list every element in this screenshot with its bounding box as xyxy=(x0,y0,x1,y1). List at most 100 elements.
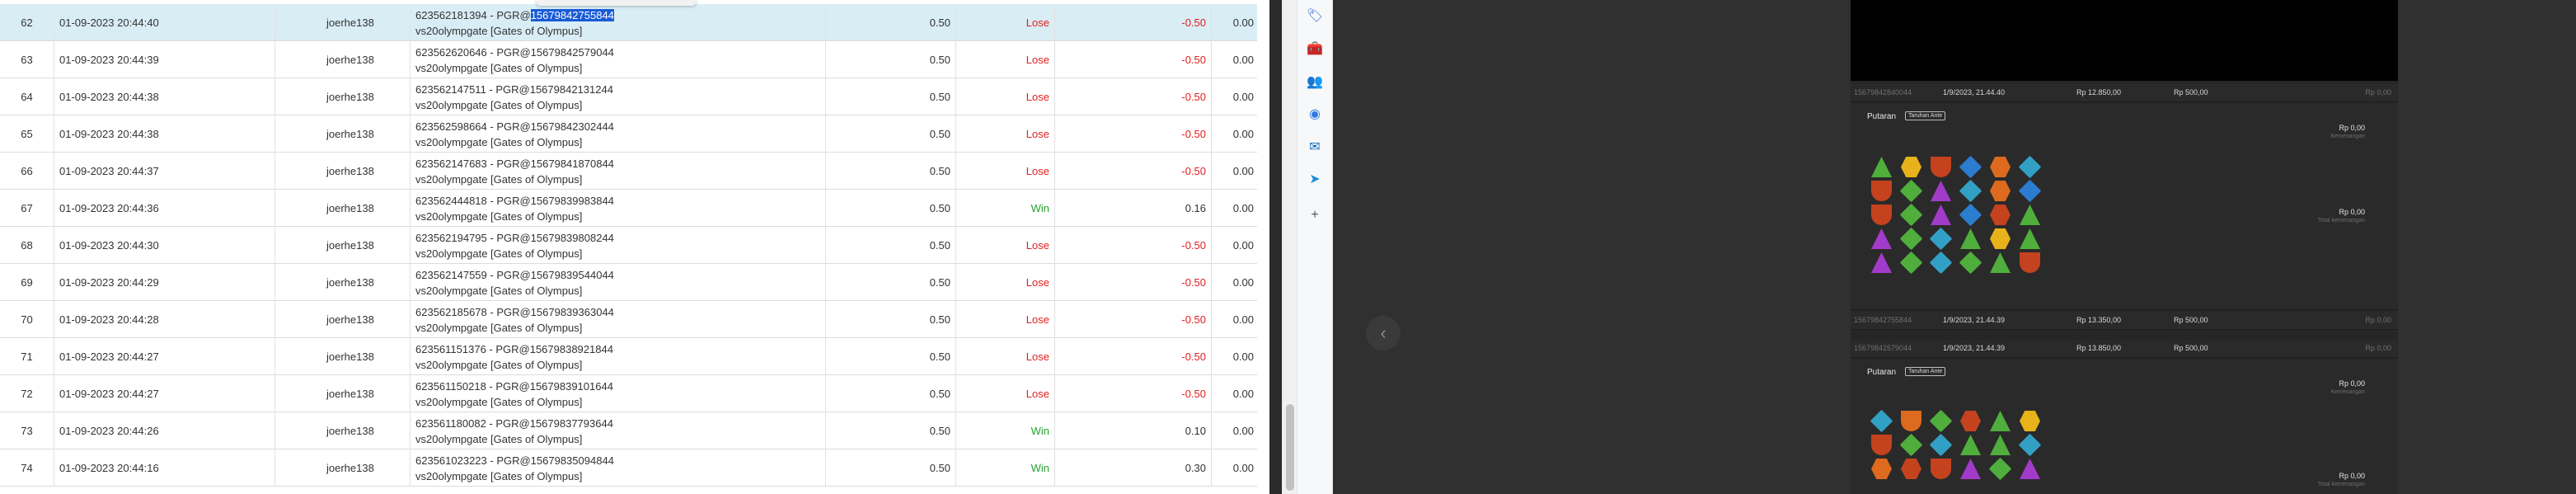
page-scrollbar[interactable] xyxy=(1282,0,1297,494)
row-date: 01-09-2023 20:44:28 xyxy=(54,301,275,338)
game-video-area xyxy=(1851,0,2398,81)
history-bet: Rp 500,00 xyxy=(2174,88,2208,96)
row-net: 0.10 xyxy=(1055,412,1212,449)
spin-round[interactable]: Putaran Taruhan Ante Rp 0,00 Kemenangan … xyxy=(1851,360,2398,494)
round-win-amount: Rp 0,00 xyxy=(2339,379,2365,388)
row-username: joerhe138 xyxy=(275,41,411,78)
row-balance: 0.00 xyxy=(1232,388,1254,400)
row-bet: 0.50 xyxy=(826,78,956,115)
scrollbar-thumb[interactable] xyxy=(1286,404,1294,491)
gem-symbol-icon xyxy=(1960,411,1981,431)
row-username: joerhe138 xyxy=(275,412,411,449)
desc-line1: 623562185678 - PGR@15679839363044 xyxy=(415,305,614,318)
row-number: 65 xyxy=(0,115,54,153)
history-bet: Rp 500,00 xyxy=(2174,316,2208,324)
row-number: 66 xyxy=(0,153,54,190)
gem-symbol-icon xyxy=(1988,457,2012,481)
table-row[interactable]: 64 01-09-2023 20:44:38 joerhe138 6235621… xyxy=(0,78,1257,115)
desc-line1: 623562181394 - PGR@ xyxy=(415,8,531,21)
table-row[interactable]: 63 01-09-2023 20:44:39 joerhe138 6235626… xyxy=(0,41,1257,78)
history-row[interactable]: 15679842840044 1/9/2023, 21.44.40 Rp 12.… xyxy=(1851,84,2398,102)
row-result: Lose xyxy=(956,264,1055,301)
desc-line1: 623562444818 - PGR@15679839983844 xyxy=(415,194,614,207)
table-row[interactable]: 66 01-09-2023 20:44:37 joerhe138 6235621… xyxy=(0,153,1257,190)
row-balance: 0.00 xyxy=(1232,16,1254,29)
gem-symbol-icon xyxy=(2018,179,2042,203)
row-balance: 0.00 xyxy=(1232,425,1254,437)
send-icon[interactable]: ➤ xyxy=(1306,170,1324,188)
copilot-icon[interactable]: ◉ xyxy=(1306,105,1324,123)
history-date: 1/9/2023, 21.44.39 xyxy=(1943,344,2006,352)
history-date: 1/9/2023, 21.44.40 xyxy=(1943,88,2006,96)
row-net: -0.50 xyxy=(1055,264,1212,301)
table-row[interactable]: 73 01-09-2023 20:44:26 joerhe138 6235611… xyxy=(0,412,1257,449)
table-row[interactable]: 69 01-09-2023 20:44:29 joerhe138 6235621… xyxy=(0,264,1257,301)
add-icon[interactable]: + xyxy=(1306,206,1324,224)
row-result: Win xyxy=(956,412,1055,449)
gem-symbol-icon xyxy=(1990,411,2011,431)
row-date: 01-09-2023 20:44:37 xyxy=(54,153,275,190)
history-balance: Rp 12.850,00 xyxy=(2076,88,2122,96)
reel-grid xyxy=(1867,155,2045,275)
desc-line1: 623561023223 - PGR@15679835094844 xyxy=(415,454,614,467)
tag-icon[interactable]: 🏷 xyxy=(1306,7,1324,25)
row-result: Win xyxy=(956,190,1055,227)
gem-symbol-icon xyxy=(1901,459,1921,479)
history-balance: Rp 13.350,00 xyxy=(2076,316,2122,324)
row-bet: 0.50 xyxy=(826,4,956,41)
history-row[interactable]: 15679842755844 1/9/2023, 21.44.39 Rp 13.… xyxy=(1851,312,2398,330)
gem-symbol-icon xyxy=(1959,179,1982,203)
row-number: 63 xyxy=(0,41,54,78)
row-number: 71 xyxy=(0,338,54,375)
table-row[interactable]: 67 01-09-2023 20:44:36 joerhe138 6235624… xyxy=(0,190,1257,227)
history-date: 1/9/2023, 21.44.39 xyxy=(1943,316,2006,324)
toolbox-icon[interactable]: 🧰 xyxy=(1306,40,1324,58)
desc-line2: vs20olympgate [Gates of Olympus] xyxy=(415,432,583,445)
desc-line2: vs20olympgate [Gates of Olympus] xyxy=(415,321,583,334)
gem-symbol-icon xyxy=(1901,411,1921,431)
row-username: joerhe138 xyxy=(275,449,411,487)
row-bet: 0.50 xyxy=(826,301,956,338)
people-icon[interactable]: 👥 xyxy=(1306,73,1324,91)
history-win: Rp 0,00 xyxy=(2365,88,2391,96)
table-row[interactable]: 65 01-09-2023 20:44:38 joerhe138 6235625… xyxy=(0,115,1257,153)
table-row[interactable]: 68 01-09-2023 20:44:30 joerhe138 6235621… xyxy=(0,227,1257,264)
desc-line2: vs20olympgate [Gates of Olympus] xyxy=(415,135,583,148)
table-row[interactable]: 72 01-09-2023 20:44:27 joerhe138 6235611… xyxy=(0,375,1257,412)
gem-symbol-icon xyxy=(1959,251,1982,275)
row-net: 0.30 xyxy=(1055,449,1212,487)
desc-line1: 623562147559 - PGR@15679839544044 xyxy=(415,268,614,281)
gem-symbol-icon xyxy=(1931,181,1951,201)
table-row[interactable]: 70 01-09-2023 20:44:28 joerhe138 6235621… xyxy=(0,301,1257,338)
gem-symbol-icon xyxy=(2020,459,2040,479)
table-row[interactable]: 62 01-09-2023 20:44:40 joerhe138 6235621… xyxy=(0,4,1257,41)
history-bet: Rp 500,00 xyxy=(2174,344,2208,352)
previous-arrow-icon[interactable]: ‹ xyxy=(1366,316,1401,351)
gem-symbol-icon xyxy=(1990,228,2011,249)
round-win-label: Kemenangan xyxy=(2330,134,2365,139)
row-username: joerhe138 xyxy=(275,301,411,338)
outlook-icon[interactable]: ✉ xyxy=(1306,138,1324,156)
table-row[interactable]: 71 01-09-2023 20:44:27 joerhe138 6235611… xyxy=(0,338,1257,375)
spin-round[interactable]: Putaran Taruhan Ante Rp 0,00 Kemenangan … xyxy=(1851,104,2398,310)
table-row[interactable]: 74 01-09-2023 20:44:16 joerhe138 6235610… xyxy=(0,449,1257,487)
row-balance: 0.00 xyxy=(1232,128,1254,140)
gem-symbol-icon xyxy=(1870,409,1893,433)
desc-line2: vs20olympgate [Gates of Olympus] xyxy=(415,172,583,186)
desc-line2: vs20olympgate [Gates of Olympus] xyxy=(415,61,583,74)
row-username: joerhe138 xyxy=(275,153,411,190)
row-result: Lose xyxy=(956,227,1055,264)
row-balance: 0.00 xyxy=(1232,54,1254,66)
row-description: 623562620646 - PGR@15679842579044 vs20ol… xyxy=(411,41,826,78)
gem-symbol-icon xyxy=(1871,157,1892,177)
row-date: 01-09-2023 20:44:38 xyxy=(54,78,275,115)
row-net: -0.50 xyxy=(1055,375,1212,412)
row-balance: 0.00 xyxy=(1232,202,1254,214)
history-row[interactable]: 15679842579044 1/9/2023, 21.44.39 Rp 13.… xyxy=(1851,340,2398,358)
gem-symbol-icon xyxy=(2020,228,2040,249)
row-result: Lose xyxy=(956,115,1055,153)
row-date: 01-09-2023 20:44:40 xyxy=(54,4,275,41)
desc-line2: vs20olympgate [Gates of Olympus] xyxy=(415,358,583,371)
gem-symbol-icon xyxy=(1929,433,1953,457)
round-total-label: Total kemenangan xyxy=(2317,482,2365,487)
